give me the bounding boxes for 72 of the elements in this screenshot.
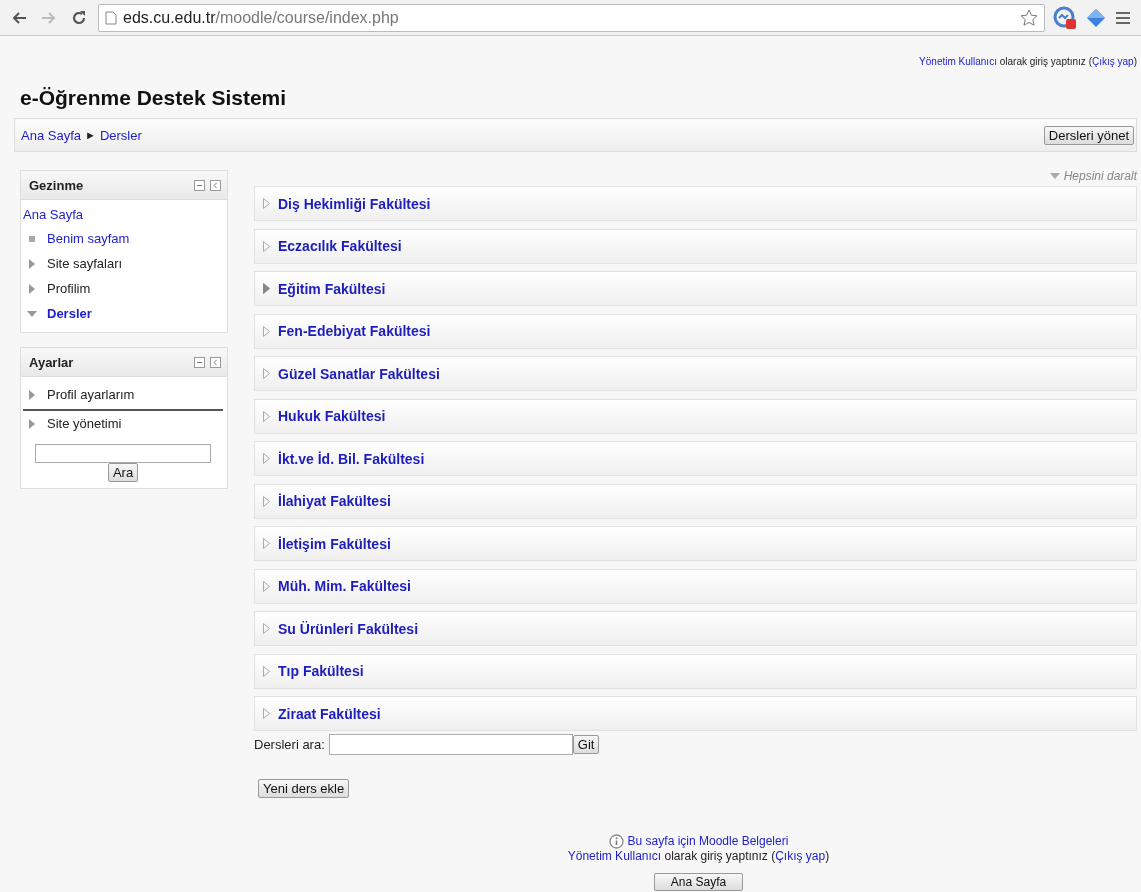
category-link[interactable]: İkt.ve İd. Bil. Fakültesi [278,450,425,467]
home-button[interactable]: Ana Sayfa [653,872,744,891]
collapse-arrow-icon [27,310,37,317]
docs-link[interactable]: Bu sayfa için Moodle Belgeleri [627,834,789,848]
category-link[interactable]: İletişim Fakültesi [278,535,391,552]
nav-item[interactable]: Site yönetimi [47,411,122,436]
category-link[interactable]: Su Ürünleri Fakültesi [278,620,419,637]
expand-arrow-icon [27,283,37,294]
info-icon [608,833,624,849]
page-icon [105,10,117,25]
breadcrumb-link[interactable]: Ana Sayfa [21,127,81,143]
expand-arrow-icon [27,258,37,269]
nav-link[interactable]: Ana Sayfa [23,204,223,226]
course-search-field[interactable] [328,733,573,755]
category-row[interactable]: İletişim Fakültesi [254,526,1137,561]
nav-item[interactable]: Profil ayarlarım [47,381,135,409]
category-row[interactable]: Fen-Edebiyat Fakültesi [254,313,1137,349]
separator-arrow: ► [85,129,96,141]
category-link[interactable]: İlahiyat Fakültesi [278,493,391,509]
category-row[interactable]: Su Ürünleri Fakültesi [254,611,1137,646]
login-info: Yönetim Kullanıcı olarak giriş yaptınız (Çıkış yap) [919,55,1137,67]
search-label: Dersleri ara: [254,736,325,752]
nav-item[interactable]: Benim sayfam [47,226,130,251]
category-row[interactable]: Güzel Sanatlar Fakültesi [254,356,1137,391]
collapse-arrow-icon [1049,173,1060,179]
category-row[interactable]: İkt.ve İd. Bil. Fakültesi [254,441,1137,476]
category-link[interactable]: Hukuk Fakültesi [278,408,386,424]
diamond-icon[interactable] [1085,6,1107,29]
expand-arrow-icon [27,390,37,400]
category-link[interactable]: Fen-Edebiyat Fakültesi [278,323,431,339]
add-course-button[interactable]: Yeni ders ekle [258,778,350,798]
logout-link[interactable]: Çıkış yap [775,848,826,863]
url-text: eds.cu.edu.tr/moodle/course/index.php [123,8,399,27]
category-link[interactable]: Müh. Mim. Fakültesi [278,578,411,594]
category-link[interactable]: Eczacılık Fakültesi [278,238,402,254]
nav-item[interactable]: Profilim [47,276,91,301]
star-icon[interactable] [1020,8,1038,27]
nav-item[interactable]: Dersler [47,301,92,326]
category-row[interactable]: Tıp Fakültesi [254,653,1137,689]
extension-icon[interactable] [1053,5,1077,30]
breadcrumb-link[interactable]: Dersler [99,127,142,143]
user-link[interactable]: Yönetim Kullanıcı [919,56,997,67]
category-row[interactable]: Ziraat Fakültesi [254,696,1137,731]
category-link[interactable]: Tıp Fakültesi [278,663,364,679]
dock-icon[interactable] [210,356,221,368]
login-info: Yönetim Kullanıcı olarak giriş yaptınız (Çıkış yap) [567,848,830,863]
category-row[interactable]: Eczacılık Fakültesi [254,228,1137,264]
expand-arrow-icon [27,418,37,429]
search-field[interactable] [35,444,211,463]
site-title: e-Öğrenme Destek Sistemi [20,85,287,110]
user-link[interactable]: Yönetim Kullanıcı [567,848,662,863]
search-button[interactable]: Ara [107,463,139,482]
go-button[interactable]: Git [572,734,600,754]
manage-courses-button[interactable]: Dersleri yönet [1043,125,1134,145]
nav-item[interactable]: Site sayfaları [47,251,123,276]
category-row[interactable]: Eğitim Fakültesi [254,271,1137,306]
address-bar[interactable]: eds.cu.edu.tr/moodle/course/index.php [98,3,1045,32]
category-link[interactable]: Diş Hekimliği Fakültesi [278,195,431,212]
category-link[interactable]: Güzel Sanatlar Fakültesi [278,365,440,382]
category-link[interactable]: Ziraat Fakültesi [278,705,381,722]
block-title: Gezinme [29,177,84,193]
bullet-icon [27,235,37,242]
block-title: Ayarlar [29,354,74,370]
minimize-icon[interactable] [194,356,205,368]
category-row[interactable]: Hukuk Fakültesi [254,398,1137,434]
minimize-icon[interactable] [194,179,205,191]
category-row[interactable]: Müh. Mim. Fakültesi [254,568,1137,604]
category-link[interactable]: Eğitim Fakültesi [278,280,386,297]
menu-icon[interactable] [1115,10,1131,25]
category-row[interactable]: Diş Hekimliği Fakültesi [254,186,1137,221]
dock-icon[interactable] [210,179,221,191]
category-row[interactable]: İlahiyat Fakültesi [254,483,1137,519]
